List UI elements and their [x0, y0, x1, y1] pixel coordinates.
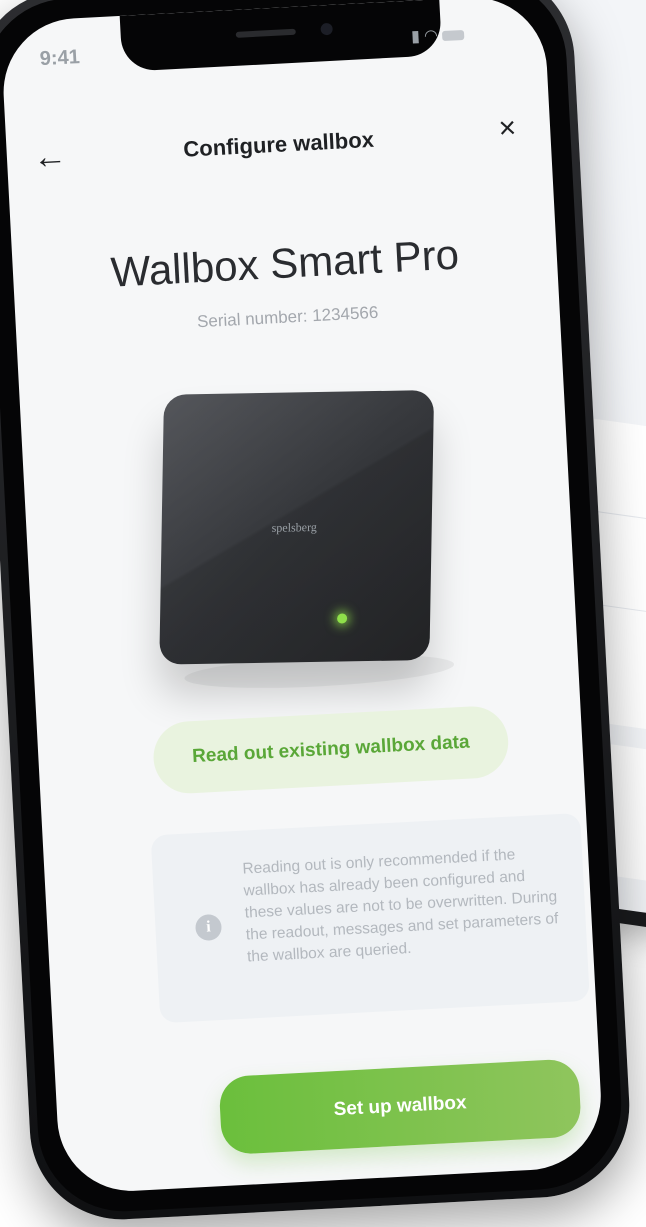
wifi-icon: ◠ — [423, 27, 443, 46]
camera-icon — [320, 22, 333, 36]
stage: ϟ Ⓟ P ⚡ Ch 〜 — [0, 0, 646, 1227]
header: ← Configure wallbox × — [6, 111, 551, 180]
info-box: i Reading out is only recommended if the… — [150, 812, 590, 1024]
page-title: Configure wallbox — [182, 126, 375, 162]
info-icon: i — [194, 913, 223, 942]
battery-icon — [441, 29, 465, 41]
main-phone: 9:41 ▮◠ ← Configure wallbox × Wallbox Sm… — [0, 0, 634, 1225]
status-icons: ▮◠ — [411, 24, 465, 47]
device-name: Wallbox Smart Pro — [109, 230, 461, 296]
signal-icon: ▮ — [410, 28, 425, 46]
status-led — [337, 613, 348, 624]
wallbox-image: spelsberg — [159, 390, 435, 665]
phone-frame: 9:41 ▮◠ ← Configure wallbox × Wallbox Sm… — [0, 0, 626, 1216]
phone-screen: 9:41 ▮◠ ← Configure wallbox × Wallbox Sm… — [0, 0, 605, 1195]
notch — [119, 0, 443, 72]
setup-wallbox-button[interactable]: Set up wallbox — [218, 1058, 582, 1156]
info-text: Reading out is only recommended if the w… — [242, 846, 559, 966]
home-indicator[interactable] — [326, 1178, 477, 1193]
serial-number: Serial number: 1234566 — [196, 302, 379, 332]
read-data-button[interactable]: Read out existing wallbox data — [151, 704, 511, 796]
close-icon[interactable]: × — [498, 111, 517, 146]
status-time: 9:41 — [39, 46, 81, 71]
speaker — [235, 28, 296, 38]
brand-logo: spelsberg — [271, 520, 317, 535]
